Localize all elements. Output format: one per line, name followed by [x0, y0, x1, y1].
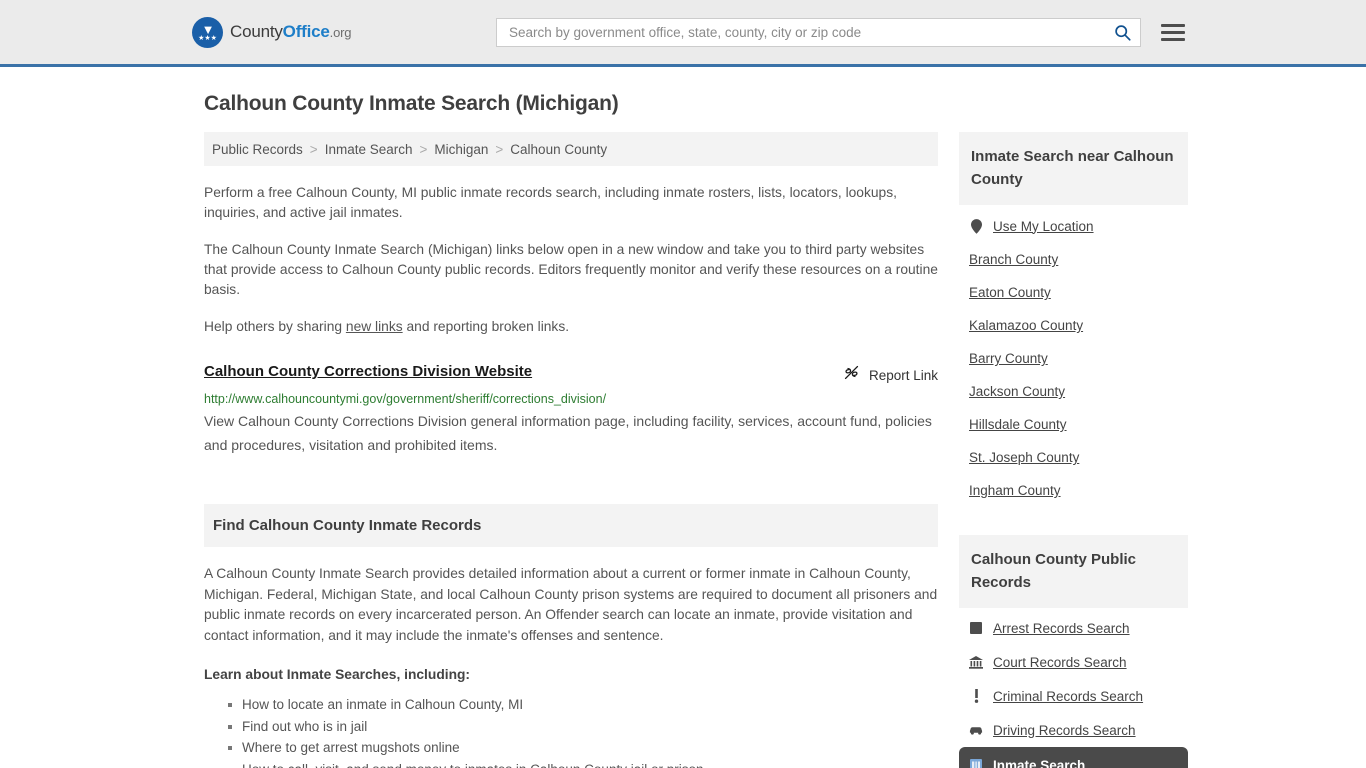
sidebar-item-label: Arrest Records Search	[993, 620, 1130, 636]
logo-text-office: Office	[282, 22, 330, 41]
result-header-row: Calhoun County Corrections Division Webs…	[204, 363, 938, 386]
report-link-button[interactable]: Report Link	[843, 363, 938, 386]
logo-wordmark: CountyOffice.org	[230, 22, 351, 42]
sidebar-near-header: Inmate Search near Calhoun County	[959, 132, 1188, 205]
section-title: Find Calhoun County Inmate Records	[213, 517, 482, 534]
breadcrumb-item-calhoun-county[interactable]: Calhoun County	[510, 142, 607, 157]
site-header: ▼ ★★★ CountyOffice.org	[0, 0, 1366, 67]
sidebar-item-label: Inmate Search	[993, 757, 1086, 768]
page-title: Calhoun County Inmate Search (Michigan)	[204, 92, 619, 115]
sidebar-near-list: Use My Location Branch County Eaton Coun…	[959, 209, 1188, 507]
sidebar-item-use-my-location[interactable]: Use My Location	[959, 209, 1188, 243]
logo-text-county: County	[230, 22, 283, 41]
bank-icon	[969, 654, 983, 670]
search-icon[interactable]	[1112, 23, 1132, 43]
sidebar-item-label: Criminal Records Search	[993, 688, 1144, 704]
sidebar-records-header: Calhoun County Public Records	[959, 535, 1188, 608]
sidebar-item-st-joseph-county[interactable]: St. Joseph County	[959, 441, 1188, 474]
breadcrumb-separator: >	[419, 141, 428, 157]
sidebar-item-ingham-county[interactable]: Ingham County	[959, 474, 1188, 507]
sidebar-item-criminal-records-search[interactable]: Criminal Records Search	[959, 679, 1188, 713]
breadcrumb-item-michigan[interactable]: Michigan	[434, 142, 488, 157]
sidebar-item-label: Hillsdale County	[969, 417, 1067, 432]
content-columns: Public Records > Inmate Search > Michiga…	[204, 132, 1188, 768]
result-url[interactable]: http://www.calhouncountymi.gov/governmen…	[204, 392, 938, 406]
sidebar-item-label: Driving Records Search	[993, 722, 1136, 738]
intro-paragraph-2: The Calhoun County Inmate Search (Michig…	[204, 242, 938, 297]
sidebar-item-label: Ingham County	[969, 483, 1061, 498]
sidebar-records-title: Calhoun County Public Records	[971, 551, 1136, 591]
list-item: Find out who is in jail	[228, 716, 938, 738]
sidebar-item-label: Kalamazoo County	[969, 318, 1084, 333]
hamburger-menu-icon[interactable]	[1161, 24, 1185, 41]
breadcrumb-item-public-records[interactable]: Public Records	[212, 142, 303, 157]
learn-about-heading: Learn about Inmate Searches, including:	[204, 667, 471, 682]
search-box[interactable]	[496, 18, 1141, 47]
breadcrumb-item-inmate-search[interactable]: Inmate Search	[325, 142, 413, 157]
sidebar-item-driving-records-search[interactable]: Driving Records Search	[959, 713, 1188, 747]
sidebar-item-label: Jackson County	[969, 384, 1066, 399]
exclamation-icon	[969, 688, 983, 704]
header-search-area	[496, 18, 1185, 47]
learn-about-list: How to locate an inmate in Calhoun Count…	[204, 694, 938, 768]
car-icon	[969, 722, 983, 738]
list-item: How to locate an inmate in Calhoun Count…	[228, 694, 938, 716]
sidebar-item-label: Eaton County	[969, 285, 1051, 300]
share-text-before: Help others by sharing	[204, 319, 346, 334]
sidebar-item-arrest-records-search[interactable]: Arrest Records Search	[959, 611, 1188, 645]
sidebar-item-label: Barry County	[969, 351, 1048, 366]
share-text-after: and reporting broken links.	[402, 319, 570, 334]
section-body-text: A Calhoun County Inmate Search provides …	[204, 566, 938, 643]
find-records-section-header: Find Calhoun County Inmate Records	[204, 504, 938, 547]
sidebar-item-jackson-county[interactable]: Jackson County	[959, 375, 1188, 408]
list-item: How to call, visit, and send money to in…	[228, 759, 938, 768]
sidebar-item-label: Court Records Search	[993, 654, 1127, 670]
intro-paragraph-3: Help others by sharing new links and rep…	[204, 317, 938, 337]
intro-paragraph-1: Perform a free Calhoun County, MI public…	[204, 185, 897, 220]
eagle-shield-logo-icon: ▼ ★★★	[192, 16, 223, 48]
breadcrumb-separator: >	[495, 141, 504, 157]
sidebar-item-label: Use My Location	[993, 218, 1094, 234]
list-item: Where to get arrest mugshots online	[228, 737, 938, 759]
sidebar-records-list: Arrest Records Search Court Records Sear…	[959, 611, 1188, 768]
page-container: Calhoun County Inmate Search (Michigan) …	[0, 92, 1366, 768]
broken-link-icon	[843, 364, 860, 386]
breadcrumb-separator: >	[309, 141, 318, 157]
sidebar-item-label: Branch County	[969, 252, 1059, 267]
result-title-link[interactable]: Calhoun County Corrections Division Webs…	[204, 363, 532, 380]
sidebar-item-branch-county[interactable]: Branch County	[959, 243, 1188, 276]
sidebar-item-inmate-search[interactable]: Inmate Search	[959, 747, 1188, 768]
breadcrumb: Public Records > Inmate Search > Michiga…	[204, 132, 938, 166]
sidebar-item-court-records-search[interactable]: Court Records Search	[959, 645, 1188, 679]
fingerprint-icon	[969, 620, 983, 636]
new-links-link[interactable]: new links	[346, 319, 403, 334]
result-description: View Calhoun County Corrections Division…	[204, 413, 932, 453]
sidebar-item-label: St. Joseph County	[969, 450, 1080, 465]
search-input[interactable]	[507, 24, 1112, 41]
search-result-item: Calhoun County Corrections Division Webs…	[204, 363, 938, 457]
report-link-label: Report Link	[868, 367, 938, 383]
sidebar-item-kalamazoo-county[interactable]: Kalamazoo County	[959, 309, 1188, 342]
sidebar-near-title: Inmate Search near Calhoun County	[971, 148, 1174, 188]
logo-text-org: .org	[329, 25, 352, 40]
inmate-icon	[969, 757, 983, 768]
main-column: Public Records > Inmate Search > Michiga…	[204, 132, 938, 768]
sidebar-item-hillsdale-county[interactable]: Hillsdale County	[959, 408, 1188, 441]
site-logo[interactable]: ▼ ★★★ CountyOffice.org	[192, 16, 351, 48]
sidebar-item-barry-county[interactable]: Barry County	[959, 342, 1188, 375]
sidebar: Inmate Search near Calhoun County Use My…	[959, 132, 1188, 768]
map-pin-icon	[969, 218, 983, 234]
sidebar-item-eaton-county[interactable]: Eaton County	[959, 276, 1188, 309]
